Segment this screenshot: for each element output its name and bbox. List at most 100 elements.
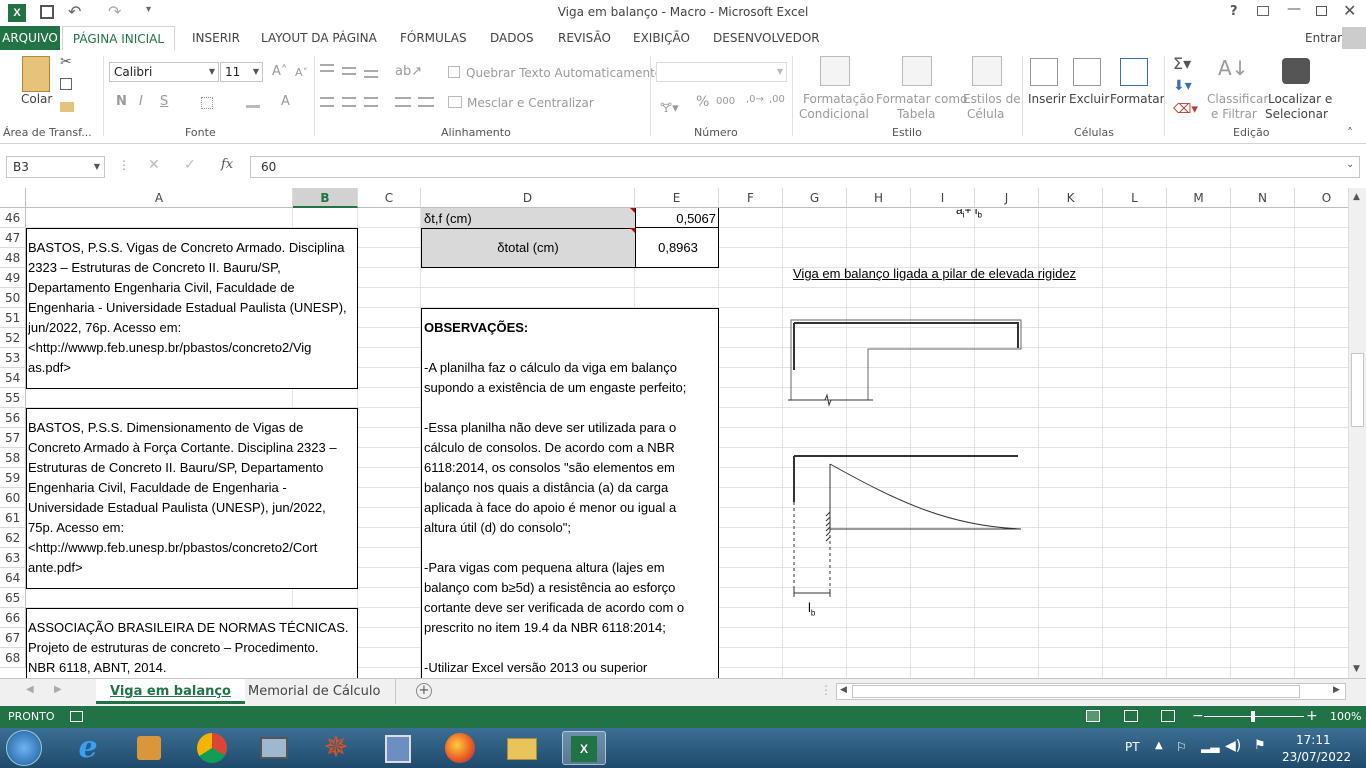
row-header-67[interactable]: 67 <box>0 628 26 648</box>
row-header-68[interactable]: 68 <box>0 648 26 668</box>
expand-formula-icon[interactable]: ⌄ <box>1346 159 1354 170</box>
row-header-56[interactable]: 56 <box>0 408 26 428</box>
column-header-k[interactable]: K <box>1039 188 1103 208</box>
confirm-entry-icon[interactable]: ✓ <box>184 157 196 173</box>
wrap-text-button[interactable]: Quebrar Texto Automaticamente <box>466 66 662 80</box>
internet-explorer-icon[interactable]: e <box>66 731 110 765</box>
row-header-60[interactable]: 60 <box>0 488 26 508</box>
row-header-64[interactable]: 64 <box>0 568 26 588</box>
page-break-view-icon[interactable] <box>1161 710 1175 722</box>
column-header-e[interactable]: E <box>635 188 719 208</box>
row-header-66[interactable]: 66 <box>0 608 26 628</box>
signal-icon[interactable]: ▂▃ <box>1201 739 1219 753</box>
horizontal-scrollbar[interactable]: ◀ ▶ <box>836 683 1346 700</box>
paste-button[interactable]: Colar <box>21 92 52 106</box>
network-computer-icon[interactable] <box>252 731 296 765</box>
italic-button[interactable]: I <box>139 94 143 109</box>
column-header-a[interactable]: A <box>26 188 293 208</box>
font-name-combo[interactable]: Calibri ▼ <box>109 62 219 82</box>
zoom-level[interactable]: 100% <box>1330 710 1361 723</box>
scroll-right-icon[interactable]: ▶ <box>1333 685 1340 695</box>
column-header-m[interactable]: M <box>1167 188 1231 208</box>
worksheet-grid[interactable]: ABCDEFGHIJKLMNO 46 47 48 49 50 51 52 53 54 55 56 57… <box>0 188 1348 678</box>
align-top-icon[interactable] <box>320 64 334 72</box>
show-hidden-icons-icon[interactable]: ▲ <box>1155 740 1163 751</box>
decrease-decimal-icon[interactable]: ,00 <box>769 94 785 105</box>
grow-font-icon[interactable]: A˄ <box>272 64 287 79</box>
underline-button[interactable]: S <box>160 94 168 109</box>
zoom-in-icon[interactable]: + <box>1306 708 1318 724</box>
row-header-51[interactable]: 51 <box>0 308 26 328</box>
row-header-48[interactable]: 48 <box>0 248 26 268</box>
cut-icon[interactable]: ✂ <box>60 54 72 70</box>
copy-icon[interactable] <box>60 78 72 90</box>
minimize-icon[interactable]: — <box>1287 1 1301 17</box>
clock-time[interactable]: 17:11 <box>1296 733 1331 747</box>
align-right-icon[interactable] <box>364 97 378 107</box>
column-header-g[interactable]: G <box>783 188 847 208</box>
font-color-icon[interactable]: A <box>281 94 290 109</box>
row-header-63[interactable]: 63 <box>0 548 26 568</box>
row-header-61[interactable]: 61 <box>0 508 26 528</box>
next-sheet-icon[interactable]: ▶ <box>54 684 62 695</box>
restore-icon[interactable] <box>1316 6 1327 16</box>
column-header-n[interactable]: N <box>1231 188 1295 208</box>
tab-layout[interactable]: LAYOUT DA PÁGINA <box>259 26 379 50</box>
scroll-up-icon[interactable]: ▲ <box>1353 192 1360 202</box>
align-bottom-icon[interactable] <box>364 70 378 78</box>
autosum-icon[interactable]: Σ▾ <box>1173 54 1191 73</box>
delete-cells-icon[interactable] <box>1073 58 1101 86</box>
borders-icon[interactable] <box>201 97 213 109</box>
action-center-icon[interactable]: ⚑ <box>1254 738 1266 753</box>
format-as-table-icon[interactable] <box>902 56 932 86</box>
excel-taskbar-icon[interactable]: X <box>562 731 606 765</box>
orientation-icon[interactable]: ab↗ <box>395 64 422 79</box>
scroll-left-icon[interactable]: ◀ <box>840 685 847 695</box>
conditional-format-icon[interactable] <box>820 56 850 86</box>
scroll-down-icon[interactable]: ▼ <box>1353 664 1360 674</box>
cell-d47-label[interactable]: δtotal (cm) <box>421 238 635 258</box>
sign-in-link[interactable]: Entrar <box>1303 26 1344 50</box>
merge-center-icon[interactable] <box>448 96 462 108</box>
sort-filter-icon[interactable]: A↓ <box>1218 56 1248 80</box>
cancel-entry-icon[interactable]: ✕ <box>148 157 160 173</box>
fill-icon[interactable]: ⬇▾ <box>1173 78 1192 94</box>
cell-e47-value[interactable]: 0,8963 <box>640 238 716 258</box>
column-header-j[interactable]: J <box>975 188 1039 208</box>
video-editor-icon[interactable] <box>376 731 420 765</box>
row-header-58[interactable]: 58 <box>0 448 26 468</box>
format-table-label-1[interactable]: Formatar como <box>876 92 967 106</box>
zoom-out-icon[interactable]: − <box>1192 708 1204 724</box>
formula-input[interactable]: 60 <box>250 156 1360 178</box>
select-all-corner[interactable] <box>0 188 26 208</box>
fill-color-icon[interactable] <box>246 96 260 108</box>
media-player-icon[interactable] <box>127 731 171 765</box>
align-middle-icon[interactable] <box>342 67 356 75</box>
find-select-label-1[interactable]: Localizar e <box>1268 92 1332 106</box>
help-icon[interactable]: ? <box>1230 4 1238 19</box>
increase-decimal-icon[interactable]: ,0→ <box>746 94 764 105</box>
merge-center-button[interactable]: Mesclar e Centralizar <box>467 96 594 110</box>
clock-date[interactable]: 23/07/2022 <box>1282 750 1351 764</box>
normal-view-icon[interactable] <box>1086 710 1100 722</box>
insert-function-icon[interactable]: fx <box>221 157 233 172</box>
cell-styles-label-2[interactable]: Célula <box>967 107 1004 121</box>
language-indicator[interactable]: PT <box>1125 740 1140 754</box>
font-size-combo[interactable]: 11 ▼ <box>220 62 263 82</box>
clear-icon[interactable]: ⌫▾ <box>1173 102 1198 117</box>
row-header-55[interactable]: 55 <box>0 388 26 408</box>
format-painter-icon[interactable] <box>60 102 74 112</box>
page-layout-view-icon[interactable] <box>1124 710 1138 722</box>
find-select-label-2[interactable]: Selecionar <box>1265 107 1328 121</box>
add-sheet-icon[interactable]: + <box>416 683 432 699</box>
column-header-b[interactable]: B <box>293 188 358 208</box>
conditional-format-label-2[interactable]: Condicional <box>799 107 869 121</box>
row-header-54[interactable]: 54 <box>0 368 26 388</box>
close-icon[interactable]: ✕ <box>1343 1 1356 20</box>
bold-button[interactable]: N <box>116 94 127 109</box>
zoom-slider-thumb[interactable] <box>1251 711 1255 722</box>
row-header-57[interactable]: 57 <box>0 428 26 448</box>
insert-cells-icon[interactable] <box>1030 58 1058 86</box>
row-header-50[interactable]: 50 <box>0 288 26 308</box>
game-icon[interactable]: ✵ <box>314 731 358 765</box>
